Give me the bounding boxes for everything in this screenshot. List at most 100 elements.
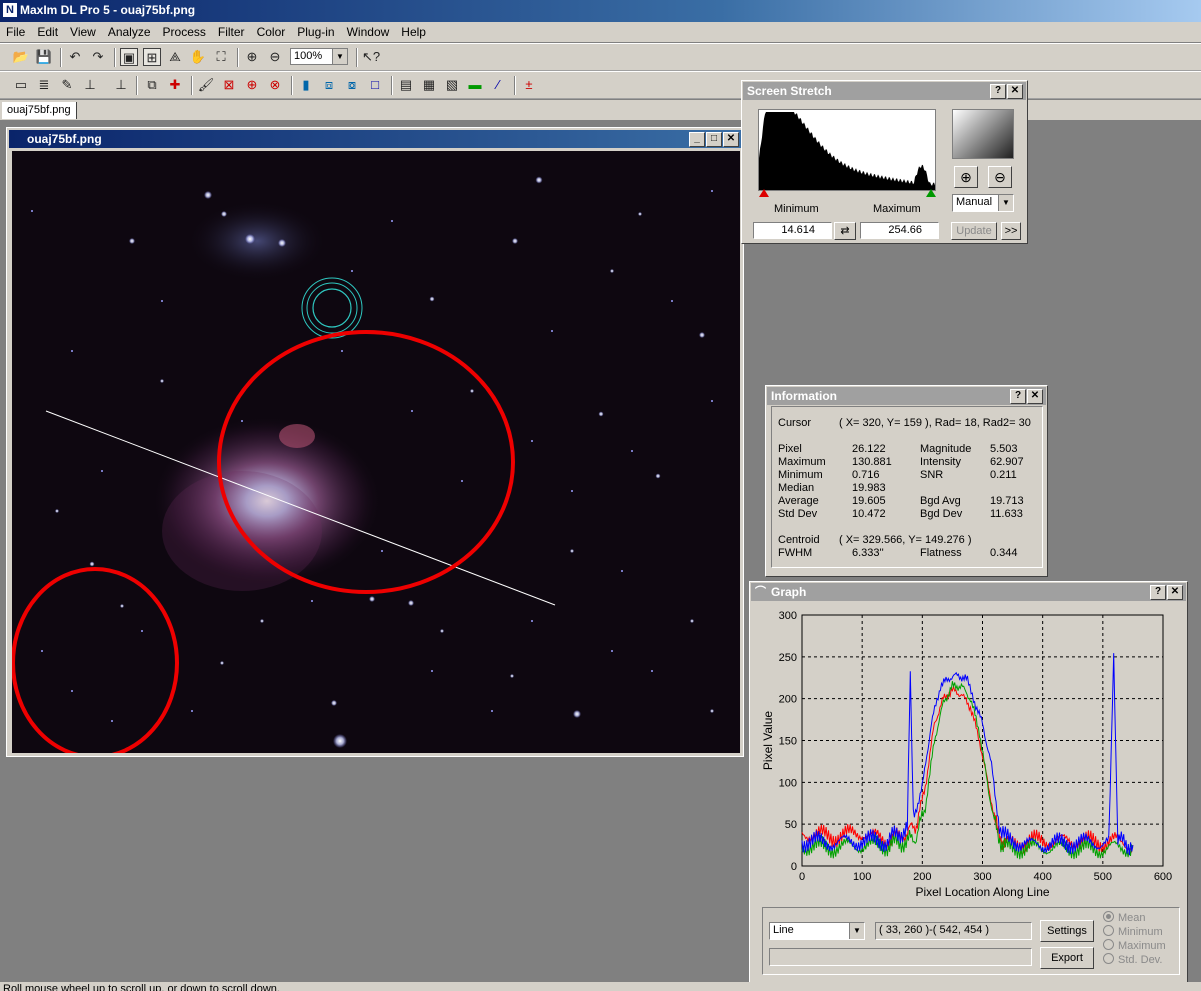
plus-minus-icon[interactable]: ± (520, 76, 538, 94)
help-icon[interactable]: ? (1010, 389, 1026, 404)
scope-icon[interactable]: ⊥ (112, 76, 130, 94)
menu-edit[interactable]: Edit (31, 22, 64, 39)
settings-button[interactable]: Settings (1040, 920, 1094, 942)
graph-controls-panel: Line ▼ ( 33, 260 )-( 542, 454 ) Settings… (762, 907, 1180, 975)
zoom-in-icon[interactable]: ⊕ (243, 48, 261, 66)
close-icon[interactable]: ✕ (1167, 585, 1183, 600)
duplicate-icon[interactable]: ⧉ (143, 76, 161, 94)
open-folder-icon[interactable]: 📂 (12, 48, 30, 66)
swap-icon[interactable]: ⇄ (834, 222, 856, 240)
graph-status-field (769, 948, 1032, 966)
stat-radio-option[interactable]: Maximum (1103, 939, 1166, 952)
radio-circle-icon[interactable] (1103, 911, 1114, 922)
update-button[interactable]: Update (951, 222, 997, 240)
maximum-marker-icon[interactable] (926, 189, 936, 197)
minimum-input[interactable]: 14.614 (753, 222, 832, 239)
undo-icon[interactable]: ↶ (66, 48, 84, 66)
info-label: Intensity (920, 456, 961, 468)
batch-icon[interactable]: ▬ (466, 76, 484, 94)
image-view-icon[interactable]: ▤ (397, 76, 415, 94)
histogram-icon[interactable]: ▮ (297, 76, 315, 94)
redo-icon[interactable]: ↷ (89, 48, 107, 66)
chevron-down-icon[interactable]: ▼ (849, 923, 864, 939)
zoom-out-icon[interactable]: ⊖ (266, 48, 284, 66)
info-label: Maximum (778, 456, 826, 468)
close-icon[interactable]: ✕ (1027, 389, 1043, 404)
chevron-down-icon[interactable]: ▼ (998, 195, 1013, 211)
image-color-icon[interactable]: ▦ (420, 76, 438, 94)
radio-circle-icon[interactable] (1103, 939, 1114, 950)
info-tool-icon[interactable]: ⊞ (143, 48, 161, 66)
info-label: Magnitude (920, 443, 972, 455)
app-logo-icon: N (3, 3, 17, 17)
radio-label: Mean (1118, 912, 1146, 924)
menu-help[interactable]: Help (395, 22, 432, 39)
menu-file[interactable]: File (0, 22, 31, 39)
graph-tool-icon[interactable]: ⟁ (166, 48, 184, 66)
screen-stretch-title-bar[interactable]: Screen Stretch ? ✕ (743, 82, 1026, 100)
information-title-bar[interactable]: Information ? ✕ (767, 387, 1046, 405)
graph-dialog: ⌒ Graph ? ✕ 0 100 200 300 400 500 600 0 50 100 150 2… (749, 581, 1188, 987)
radio-circle-icon[interactable] (1103, 953, 1114, 964)
graph-mode-select[interactable]: Line ▼ (769, 922, 865, 940)
info-value: 19.713 (990, 495, 1024, 507)
kernel-filter-icon[interactable]: ⊠ (220, 76, 238, 94)
histogram[interactable] (758, 109, 936, 191)
brush-icon[interactable]: 🖌 (197, 76, 215, 94)
graph-chart-area[interactable]: 0 100 200 300 400 500 600 0 50 100 150 200 250 300 Pix… (752, 603, 1185, 904)
radio-circle-icon[interactable] (1103, 925, 1114, 936)
minimize-icon[interactable]: _ (689, 132, 705, 147)
stack-icon[interactable]: ≣ (35, 76, 53, 94)
information-dialog: Information ? ✕ Cursor ( X= 320, Y= 159 )… (765, 385, 1048, 577)
graph-title-bar[interactable]: ⌒ Graph ? ✕ (751, 583, 1186, 601)
maximum-input[interactable]: 254.66 (860, 222, 939, 239)
expand-button[interactable]: >> (1001, 222, 1021, 240)
menu-process[interactable]: Process (157, 22, 212, 39)
stretch-mode-select[interactable]: Manual ▼ (952, 194, 1014, 212)
close-icon[interactable]: ✕ (723, 132, 739, 147)
stat-radio-option[interactable]: Minimum (1103, 925, 1163, 938)
measure-icon[interactable]: ⊥ (81, 76, 99, 94)
zoom-in-icon[interactable]: ⊕ (954, 166, 978, 188)
app-title: MaxIm DL Pro 5 - ouaj75bf.png (20, 3, 196, 17)
rectangle-select-icon[interactable]: □ (366, 76, 384, 94)
close-icon[interactable]: ✕ (1007, 84, 1023, 99)
combine-icon[interactable]: ⧇ (343, 76, 361, 94)
maximize-icon[interactable]: □ (706, 132, 722, 147)
zoom-select[interactable]: 100% ▼ (290, 48, 348, 65)
help-icon[interactable]: ? (990, 84, 1006, 99)
tab-document[interactable]: ouaj75bf.png (2, 102, 77, 119)
ruler-icon[interactable]: ▭ (12, 76, 30, 94)
pan-hand-icon[interactable]: ✋ (189, 48, 207, 66)
astro-image-canvas[interactable] (12, 151, 740, 753)
sharpen-icon[interactable]: ⊕ (243, 76, 261, 94)
radio-label: Std. Dev. (1118, 954, 1163, 966)
help-icon[interactable]: ? (1150, 585, 1166, 600)
image-window[interactable]: ouaj75bf.png _ □ ✕ (6, 127, 744, 757)
curve-icon[interactable]: ∕ (489, 76, 507, 94)
crop-tool-icon[interactable]: ⛶ (212, 48, 230, 66)
menu-filter[interactable]: Filter (212, 22, 251, 39)
menu-color[interactable]: Color (251, 22, 292, 39)
stat-radio-option[interactable]: Std. Dev. (1103, 953, 1162, 966)
deconvolve-icon[interactable]: ⊗ (266, 76, 284, 94)
menu-analyze[interactable]: Analyze (102, 22, 157, 39)
context-help-icon[interactable]: ↖? (362, 48, 380, 66)
screen-stretch-tool-icon[interactable]: ▣ (120, 48, 138, 66)
menu-window[interactable]: Window (341, 22, 396, 39)
info-value: 19.605 (852, 495, 886, 507)
align-icon[interactable]: ⧈ (320, 76, 338, 94)
info-value: 62.907 (990, 456, 1024, 468)
save-icon[interactable]: 💾 (35, 48, 53, 66)
menu-plugin[interactable]: Plug-in (291, 22, 340, 39)
chevron-down-icon[interactable]: ▼ (332, 49, 347, 64)
minimum-marker-icon[interactable] (759, 189, 769, 197)
stat-radio-option[interactable]: Mean (1103, 911, 1146, 924)
crosshair-icon[interactable]: ✚ (166, 76, 184, 94)
image-blend-icon[interactable]: ▧ (443, 76, 461, 94)
calibrate-icon[interactable]: ✎ (58, 76, 76, 94)
menu-view[interactable]: View (64, 22, 102, 39)
image-window-title-bar[interactable]: ouaj75bf.png _ □ ✕ (9, 130, 741, 148)
zoom-out-icon[interactable]: ⊖ (988, 166, 1012, 188)
export-button[interactable]: Export (1040, 947, 1094, 969)
